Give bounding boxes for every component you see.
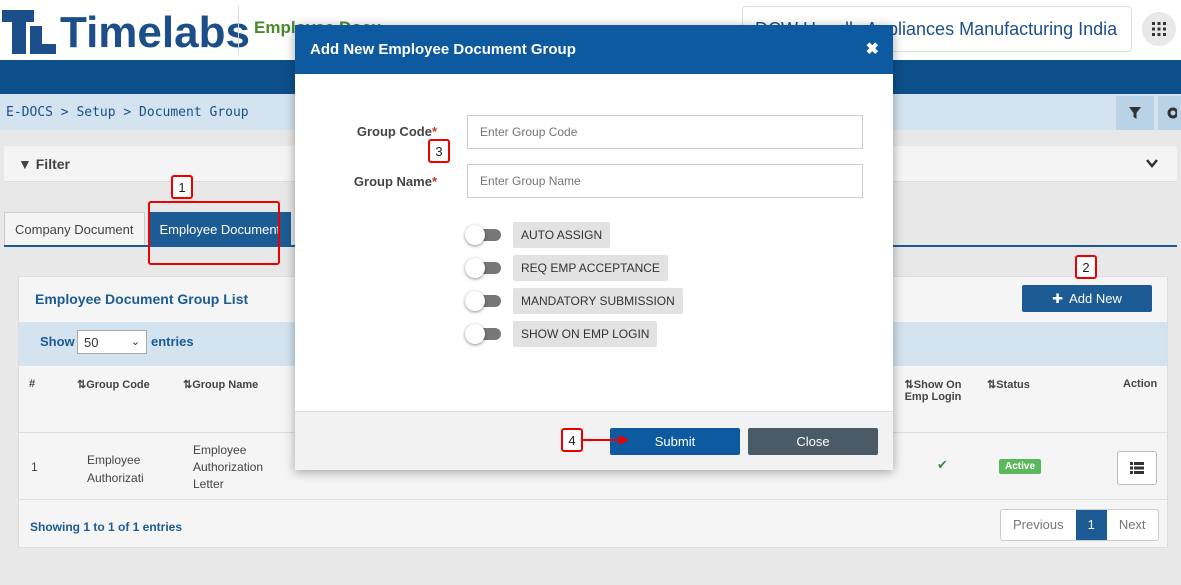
add-new-button[interactable]: ✚ Add New (1022, 285, 1152, 312)
group-name-label: Group Name* (353, 174, 437, 189)
row-index: 1 (31, 460, 38, 474)
list-icon (1130, 462, 1144, 474)
panel-title: Employee Document Group List (35, 291, 249, 307)
column-header-show-on-emp-login[interactable]: ⇅Show On Emp Login (899, 378, 967, 403)
close-button[interactable]: Close (748, 428, 878, 455)
checkmark-icon: ✔ (937, 457, 948, 472)
gear-icon (1167, 107, 1177, 119)
close-icon[interactable]: ✖ (866, 39, 879, 59)
apps-grid-icon (1152, 22, 1166, 36)
funnel-icon (1129, 107, 1141, 119)
toggle-mandatory-submission[interactable]: MANDATORY SUBMISSION (465, 288, 683, 314)
settings-button[interactable] (1158, 96, 1181, 130)
annotation-highlight-tab (148, 201, 280, 265)
group-name-input[interactable] (467, 164, 863, 198)
logo-text: Timelabs (60, 8, 250, 57)
status-badge: Active (999, 459, 1042, 474)
add-new-label: Add New (1069, 291, 1122, 306)
row-group-code: Employee Authorizati (87, 453, 144, 485)
chevron-down-icon: ⌄ (130, 336, 140, 348)
annotation-marker-1: 1 (171, 175, 193, 199)
add-document-group-modal: Add New Employee Document Group ✖ Group … (295, 25, 893, 470)
toggle-show-on-emp-login[interactable]: SHOW ON EMP LOGIN (465, 321, 658, 347)
pagination: Previous 1 Next (1000, 509, 1159, 541)
column-header-group-code[interactable]: ⇅Group Code (77, 378, 150, 391)
toggle-req-emp-acceptance[interactable]: REQ EMP ACCEPTANCE (465, 255, 668, 281)
filter-label: ▼ Filter (18, 156, 70, 172)
tab-company-document[interactable]: Company Document (4, 212, 145, 246)
entries-label: entries (151, 334, 194, 349)
row-action-button[interactable] (1117, 451, 1157, 485)
group-code-label: Group Code* (356, 124, 437, 139)
annotation-marker-2: 2 (1075, 255, 1097, 279)
annotation-marker-4: 4 (561, 428, 583, 452)
annotation-marker-3: 3 (428, 139, 450, 163)
toggle-label: REQ EMP ACCEPTANCE (513, 255, 668, 281)
modal-title: Add New Employee Document Group (310, 41, 576, 58)
apps-grid-button[interactable] (1142, 12, 1176, 46)
page-1-button[interactable]: 1 (1075, 510, 1107, 540)
group-code-input[interactable] (467, 115, 863, 149)
breadcrumb: E-DOCS > Setup > Document Group (6, 105, 249, 120)
toggle-switch[interactable] (465, 324, 501, 344)
modal-header: Add New Employee Document Group ✖ (295, 25, 893, 74)
timelabs-logo-icon (2, 10, 56, 54)
toggle-switch[interactable] (465, 258, 501, 278)
column-header-group-name[interactable]: ⇅Group Name (183, 378, 258, 391)
annotation-arrow (583, 435, 629, 445)
previous-page-button[interactable]: Previous (1001, 510, 1076, 540)
chevron-down-icon[interactable] (1145, 156, 1159, 170)
filter-toggle-button[interactable] (1116, 96, 1154, 130)
column-header-status[interactable]: ⇅Status (987, 378, 1030, 391)
toggle-auto-assign[interactable]: AUTO ASSIGN (465, 222, 611, 248)
entries-select[interactable]: 50 ⌄ (77, 330, 147, 354)
table-info: Showing 1 to 1 of 1 entries (30, 520, 183, 534)
column-header-index[interactable]: # (29, 378, 35, 390)
column-header-action: Action (1123, 378, 1158, 390)
toggle-switch[interactable] (465, 225, 501, 245)
entries-select-value: 50 (84, 335, 99, 350)
toggle-switch[interactable] (465, 291, 501, 311)
toggle-label: MANDATORY SUBMISSION (513, 288, 683, 314)
next-page-button[interactable]: Next (1107, 510, 1158, 540)
toggle-label: AUTO ASSIGN (513, 222, 611, 248)
row-group-name: Employee Authorization Letter (193, 443, 264, 491)
table-bottom-divider (19, 499, 1167, 500)
header-divider (238, 6, 239, 54)
toggle-label: SHOW ON EMP LOGIN (513, 321, 658, 347)
plus-icon: ✚ (1052, 290, 1064, 306)
show-label: Show (40, 334, 75, 349)
